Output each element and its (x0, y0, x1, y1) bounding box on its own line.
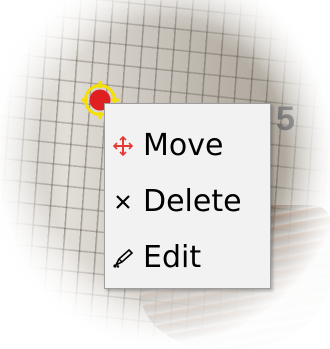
menu-item-move[interactable]: Move (105, 118, 270, 174)
move-cross-icon (107, 135, 139, 157)
context-menu: Move Delete Edit (104, 103, 271, 289)
pen-icon (107, 247, 139, 269)
menu-item-delete[interactable]: Delete (105, 174, 270, 230)
background-label: 5 (276, 100, 295, 138)
menu-label-delete: Delete (143, 184, 242, 219)
menu-label-edit: Edit (143, 240, 202, 275)
menu-item-edit[interactable]: Edit (105, 230, 270, 286)
menu-label-move: Move (143, 128, 224, 163)
x-icon (107, 193, 139, 211)
